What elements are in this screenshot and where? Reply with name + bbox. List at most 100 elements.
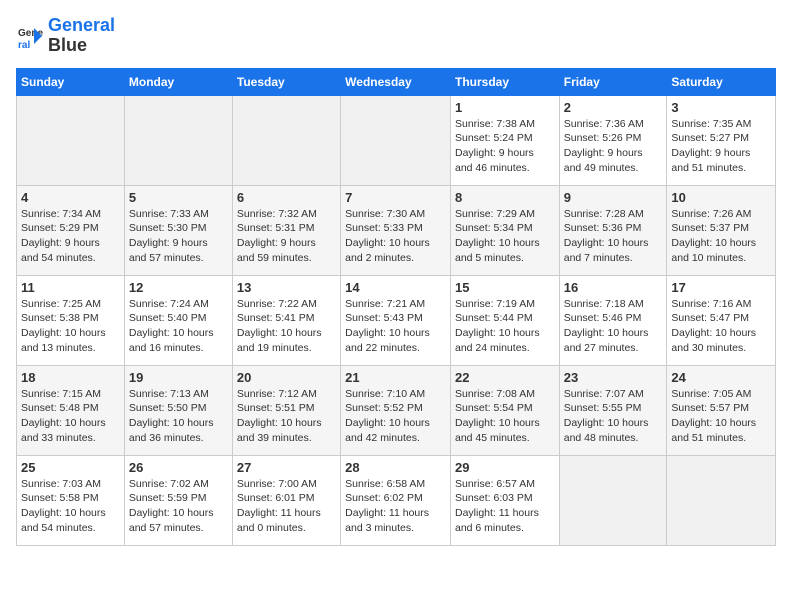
calendar-week-4: 18 Sunrise: 7:15 AM Sunset: 5:48 PM Dayli… (17, 365, 776, 455)
calendar-week-2: 4 Sunrise: 7:34 AM Sunset: 5:29 PM Daylig… (17, 185, 776, 275)
calendar-cell: 26 Sunrise: 7:02 AM Sunset: 5:59 PM Dayli… (124, 455, 232, 545)
day-info: Sunrise: 7:28 AM Sunset: 5:36 PM Dayligh… (564, 207, 663, 266)
day-info: Sunrise: 7:36 AM Sunset: 5:26 PM Dayligh… (564, 117, 663, 176)
calendar-cell: 10 Sunrise: 7:26 AM Sunset: 5:37 PM Dayli… (667, 185, 776, 275)
day-info: Sunrise: 7:10 AM Sunset: 5:52 PM Dayligh… (345, 387, 446, 446)
day-info: Sunrise: 7:16 AM Sunset: 5:47 PM Dayligh… (671, 297, 771, 356)
day-info: Sunrise: 7:29 AM Sunset: 5:34 PM Dayligh… (455, 207, 555, 266)
day-number: 16 (564, 280, 663, 295)
day-info: Sunrise: 7:07 AM Sunset: 5:55 PM Dayligh… (564, 387, 663, 446)
calendar-cell: 21 Sunrise: 7:10 AM Sunset: 5:52 PM Dayli… (341, 365, 451, 455)
calendar-cell: 2 Sunrise: 7:36 AM Sunset: 5:26 PM Daylig… (559, 95, 667, 185)
col-header-tuesday: Tuesday (232, 68, 340, 95)
day-info: Sunrise: 7:35 AM Sunset: 5:27 PM Dayligh… (671, 117, 771, 176)
day-info: Sunrise: 6:58 AM Sunset: 6:02 PM Dayligh… (345, 477, 446, 536)
col-header-thursday: Thursday (450, 68, 559, 95)
calendar-cell (559, 455, 667, 545)
page-header: Gene ral GeneralBlue (16, 16, 776, 56)
calendar-cell (667, 455, 776, 545)
day-number: 25 (21, 460, 120, 475)
day-number: 28 (345, 460, 446, 475)
day-number: 18 (21, 370, 120, 385)
day-info: Sunrise: 7:25 AM Sunset: 5:38 PM Dayligh… (21, 297, 120, 356)
day-info: Sunrise: 7:05 AM Sunset: 5:57 PM Dayligh… (671, 387, 771, 446)
day-number: 3 (671, 100, 771, 115)
col-header-friday: Friday (559, 68, 667, 95)
day-number: 10 (671, 190, 771, 205)
day-number: 17 (671, 280, 771, 295)
day-number: 2 (564, 100, 663, 115)
day-number: 6 (237, 190, 336, 205)
day-number: 26 (129, 460, 228, 475)
day-info: Sunrise: 7:21 AM Sunset: 5:43 PM Dayligh… (345, 297, 446, 356)
day-number: 29 (455, 460, 555, 475)
calendar-cell: 5 Sunrise: 7:33 AM Sunset: 5:30 PM Daylig… (124, 185, 232, 275)
calendar-cell (124, 95, 232, 185)
day-info: Sunrise: 7:19 AM Sunset: 5:44 PM Dayligh… (455, 297, 555, 356)
calendar-cell: 14 Sunrise: 7:21 AM Sunset: 5:43 PM Dayli… (341, 275, 451, 365)
day-info: Sunrise: 7:33 AM Sunset: 5:30 PM Dayligh… (129, 207, 228, 266)
day-info: Sunrise: 7:12 AM Sunset: 5:51 PM Dayligh… (237, 387, 336, 446)
day-number: 27 (237, 460, 336, 475)
calendar-cell: 23 Sunrise: 7:07 AM Sunset: 5:55 PM Dayli… (559, 365, 667, 455)
calendar-cell (341, 95, 451, 185)
calendar-cell: 29 Sunrise: 6:57 AM Sunset: 6:03 PM Dayli… (450, 455, 559, 545)
day-info: Sunrise: 7:13 AM Sunset: 5:50 PM Dayligh… (129, 387, 228, 446)
day-number: 8 (455, 190, 555, 205)
calendar-cell: 13Sunrise: 7:22 AM Sunset: 5:41 PM Dayli… (232, 275, 340, 365)
day-info: Sunrise: 7:02 AM Sunset: 5:59 PM Dayligh… (129, 477, 228, 536)
calendar-week-1: 1Sunrise: 7:38 AM Sunset: 5:24 PM Daylig… (17, 95, 776, 185)
col-header-saturday: Saturday (667, 68, 776, 95)
calendar-cell: 20 Sunrise: 7:12 AM Sunset: 5:51 PM Dayli… (232, 365, 340, 455)
day-number: 22 (455, 370, 555, 385)
day-number: 15 (455, 280, 555, 295)
day-number: 21 (345, 370, 446, 385)
calendar-cell: 6Sunrise: 7:32 AM Sunset: 5:31 PM Daylig… (232, 185, 340, 275)
col-header-wednesday: Wednesday (341, 68, 451, 95)
logo-text: GeneralBlue (48, 16, 115, 56)
calendar-cell (17, 95, 125, 185)
calendar-cell: 16 Sunrise: 7:18 AM Sunset: 5:46 PM Dayli… (559, 275, 667, 365)
day-number: 1 (455, 100, 555, 115)
calendar-cell: 9 Sunrise: 7:28 AM Sunset: 5:36 PM Daylig… (559, 185, 667, 275)
day-number: 7 (345, 190, 446, 205)
day-number: 24 (671, 370, 771, 385)
day-info: Sunrise: 7:15 AM Sunset: 5:48 PM Dayligh… (21, 387, 120, 446)
day-info: Sunrise: 6:57 AM Sunset: 6:03 PM Dayligh… (455, 477, 555, 536)
day-number: 5 (129, 190, 228, 205)
calendar-cell: 1Sunrise: 7:38 AM Sunset: 5:24 PM Daylig… (450, 95, 559, 185)
day-number: 4 (21, 190, 120, 205)
calendar-table: SundayMondayTuesdayWednesdayThursdayFrid… (16, 68, 776, 546)
col-header-sunday: Sunday (17, 68, 125, 95)
day-info: Sunrise: 7:30 AM Sunset: 5:33 PM Dayligh… (345, 207, 446, 266)
calendar-cell: 28 Sunrise: 6:58 AM Sunset: 6:02 PM Dayli… (341, 455, 451, 545)
day-number: 9 (564, 190, 663, 205)
calendar-cell: 24 Sunrise: 7:05 AM Sunset: 5:57 PM Dayli… (667, 365, 776, 455)
day-number: 20 (237, 370, 336, 385)
calendar-week-5: 25 Sunrise: 7:03 AM Sunset: 5:58 PM Dayli… (17, 455, 776, 545)
day-info: Sunrise: 7:26 AM Sunset: 5:37 PM Dayligh… (671, 207, 771, 266)
calendar-cell: 12Sunrise: 7:24 AM Sunset: 5:40 PM Dayli… (124, 275, 232, 365)
day-info: Sunrise: 7:34 AM Sunset: 5:29 PM Dayligh… (21, 207, 120, 266)
calendar-cell: 25 Sunrise: 7:03 AM Sunset: 5:58 PM Dayli… (17, 455, 125, 545)
calendar-cell: 7 Sunrise: 7:30 AM Sunset: 5:33 PM Daylig… (341, 185, 451, 275)
day-info: Sunrise: 7:00 AM Sunset: 6:01 PM Dayligh… (237, 477, 336, 536)
logo: Gene ral GeneralBlue (16, 16, 115, 56)
day-number: 19 (129, 370, 228, 385)
calendar-cell: 3 Sunrise: 7:35 AM Sunset: 5:27 PM Daylig… (667, 95, 776, 185)
calendar-cell: 17 Sunrise: 7:16 AM Sunset: 5:47 PM Dayli… (667, 275, 776, 365)
calendar-cell: 15 Sunrise: 7:19 AM Sunset: 5:44 PM Dayli… (450, 275, 559, 365)
calendar-cell: 11 Sunrise: 7:25 AM Sunset: 5:38 PM Dayli… (17, 275, 125, 365)
svg-text:ral: ral (18, 40, 30, 50)
calendar-cell: 22Sunrise: 7:08 AM Sunset: 5:54 PM Dayli… (450, 365, 559, 455)
day-number: 11 (21, 280, 120, 295)
day-number: 23 (564, 370, 663, 385)
day-info: Sunrise: 7:18 AM Sunset: 5:46 PM Dayligh… (564, 297, 663, 356)
day-info: Sunrise: 7:22 AM Sunset: 5:41 PM Dayligh… (237, 297, 336, 356)
calendar-cell: 8 Sunrise: 7:29 AM Sunset: 5:34 PM Daylig… (450, 185, 559, 275)
calendar-cell: 19 Sunrise: 7:13 AM Sunset: 5:50 PM Dayli… (124, 365, 232, 455)
day-number: 14 (345, 280, 446, 295)
col-header-monday: Monday (124, 68, 232, 95)
calendar-cell (232, 95, 340, 185)
day-info: Sunrise: 7:03 AM Sunset: 5:58 PM Dayligh… (21, 477, 120, 536)
